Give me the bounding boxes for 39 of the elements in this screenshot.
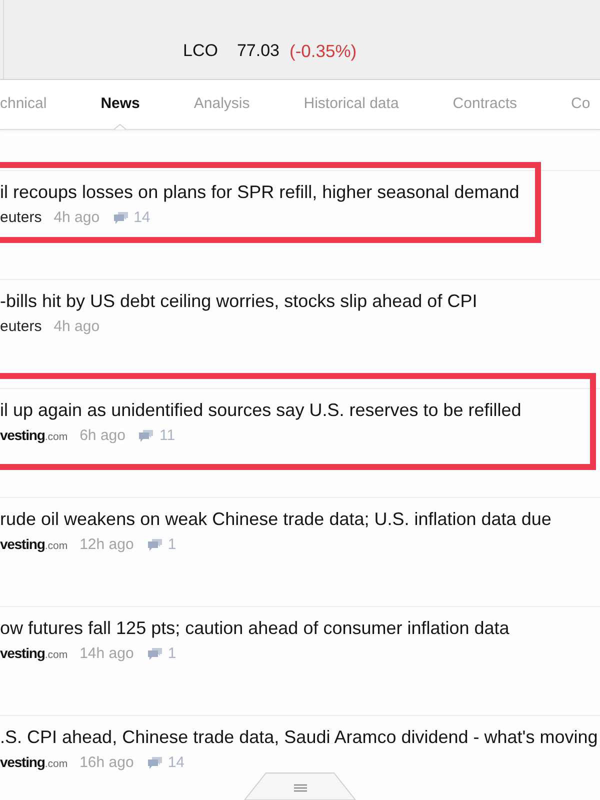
timestamp: 4h ago <box>54 209 100 227</box>
comments-icon <box>139 430 154 442</box>
source-logo: vesting.com <box>0 644 68 663</box>
timestamp: 12h ago <box>80 536 134 554</box>
timestamp: 16h ago <box>80 754 134 772</box>
timestamp: 4h ago <box>54 318 100 336</box>
comments-icon <box>148 539 162 551</box>
grip-icon <box>294 784 306 792</box>
ticker-symbol: LCO <box>183 41 218 61</box>
comment-count: 14 <box>134 209 150 227</box>
source-logo: vesting.com <box>0 753 68 772</box>
drawer-handle[interactable] <box>244 772 356 800</box>
news-item[interactable]: -bills hit by US debt ceiling worries, stocks slip ahead of CPI euters 4h ago <box>0 279 600 388</box>
source-logo: vesting.com <box>0 535 68 554</box>
source-name: euters <box>0 209 42 227</box>
news-headline: -bills hit by US debt ceiling worries, stocks slip ahead of CPI <box>0 290 478 312</box>
comments-icon <box>114 212 128 224</box>
news-item[interactable]: il recoups losses on plans for SPR refill, higher seasonal demand euters 4h ago 14 <box>0 170 600 279</box>
news-headline: il recoups losses on plans for SPR refill, higher seasonal demand <box>0 181 520 203</box>
source-name: euters <box>0 318 42 336</box>
news-headline: .S. CPI ahead, Chinese trade data, Saudi Aramco dividend - what's moving <box>0 726 599 748</box>
comment-count: 11 <box>159 427 176 445</box>
news-item[interactable]: rude oil weakens on weak Chinese trade data; U.S. inflation data due vesting.com 12h ago 1 <box>0 497 600 606</box>
news-headline: ow futures fall 125 pts; caution ahead of consumer inflation data <box>0 617 510 639</box>
comment-count: 1 <box>168 536 176 554</box>
comments-icon <box>148 757 162 769</box>
timestamp: 6h ago <box>80 427 126 445</box>
news-item[interactable]: ow futures fall 125 pts; caution ahead of consumer inflation data vesting.com 14h ago 1 <box>0 606 600 715</box>
comment-count: 1 <box>168 645 176 663</box>
comments-icon <box>148 648 162 660</box>
price-change: (-0.35%) <box>290 41 357 61</box>
tab[interactable]: News <box>100 80 140 129</box>
source-logo: vesting.com <box>0 426 68 445</box>
news-headline: rude oil weakens on weak Chinese trade data; U.S. inflation data due <box>0 508 552 530</box>
news-item[interactable]: il up again as unidentified sources say U.S. reserves to be refilled vesting.com 6h ago 11 <box>0 388 600 497</box>
comment-count: 14 <box>168 754 185 772</box>
timestamp: 14h ago <box>80 645 134 663</box>
price-value: 77.03 <box>236 41 280 61</box>
news-headline: il up again as unidentified sources say U.S. reserves to be refilled <box>0 399 522 421</box>
